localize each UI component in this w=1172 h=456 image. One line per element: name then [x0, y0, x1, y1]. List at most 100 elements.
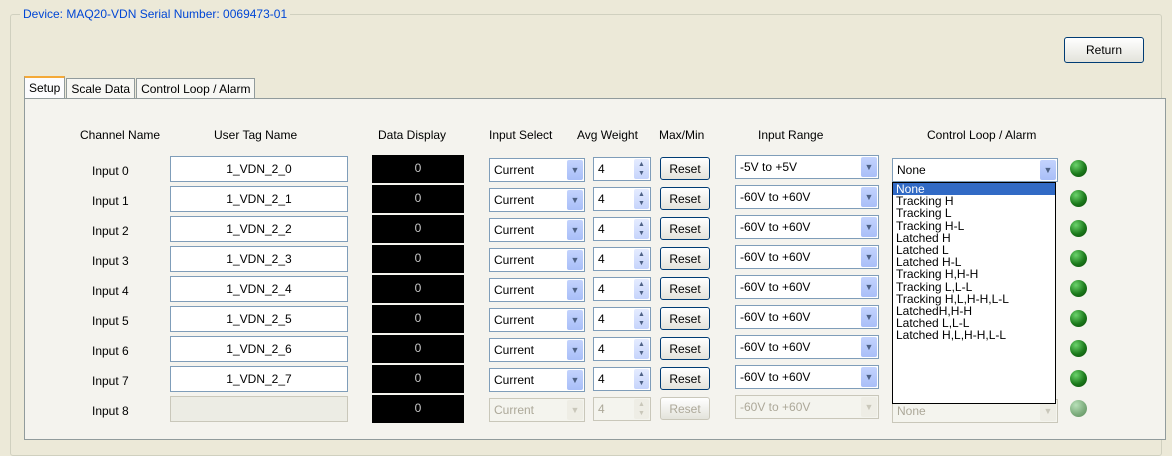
spin-arrows-icon[interactable]: ▲ ▼: [634, 369, 649, 389]
reset-button[interactable]: Reset: [660, 367, 710, 390]
reset-button[interactable]: Reset: [660, 217, 710, 240]
spin-arrows-icon[interactable]: ▲ ▼: [634, 159, 649, 179]
spin-arrows-icon[interactable]: ▲ ▼: [634, 339, 649, 359]
tab-control-loop-alarm[interactable]: Control Loop / Alarm: [136, 78, 256, 99]
input-select-dropdown[interactable]: Current ▼: [489, 398, 585, 422]
user-tag-input[interactable]: 1_VDN_2_0: [170, 156, 348, 182]
user-tag-input[interactable]: [170, 396, 348, 422]
avg-weight-value: 4: [598, 222, 605, 236]
chevron-down-icon[interactable]: ▼: [861, 307, 877, 327]
user-tag-input[interactable]: 1_VDN_2_1: [170, 186, 348, 212]
input-select-dropdown[interactable]: Current ▼: [489, 338, 585, 362]
user-tag-input[interactable]: 1_VDN_2_6: [170, 336, 348, 362]
reset-button[interactable]: Reset: [660, 337, 710, 360]
channel-name: Input 6: [92, 344, 129, 358]
status-led-icon: [1070, 310, 1087, 327]
input-range-dropdown[interactable]: -60V to +60V ▼: [735, 215, 879, 239]
tab-scale-data[interactable]: Scale Data: [66, 78, 136, 99]
input-select-value: Current: [494, 223, 535, 237]
input-select-dropdown[interactable]: Current ▼: [489, 248, 585, 272]
chevron-down-icon[interactable]: ▼: [861, 337, 877, 357]
chevron-down-icon[interactable]: ▼: [567, 340, 583, 360]
avg-weight-spinner[interactable]: 4 ▲ ▼: [593, 277, 651, 301]
chevron-down-icon[interactable]: ▼: [567, 250, 583, 270]
reset-button[interactable]: Reset: [660, 187, 710, 210]
spin-arrows-icon[interactable]: ▲ ▼: [634, 189, 649, 209]
chevron-down-icon[interactable]: ▼: [861, 277, 877, 297]
chevron-down-icon[interactable]: ▼: [861, 217, 877, 237]
input-range-dropdown[interactable]: -5V to +5V ▼: [735, 155, 879, 179]
input-range-dropdown[interactable]: -60V to +60V ▼: [735, 305, 879, 329]
input-range-dropdown[interactable]: -60V to +60V ▼: [735, 245, 879, 269]
input-range-dropdown[interactable]: -60V to +60V ▼: [735, 365, 879, 389]
channel-name: Input 4: [92, 284, 129, 298]
control-loop-dropdown-list[interactable]: None Tracking H Tracking L Tracking H-L Latc…: [892, 182, 1056, 404]
avg-weight-spinner[interactable]: 4 ▲ ▼: [593, 187, 651, 211]
chevron-down-icon[interactable]: ▼: [1040, 401, 1056, 421]
dropdown-option[interactable]: Tracking H,H-H: [893, 268, 1055, 280]
reset-button[interactable]: Reset: [660, 277, 710, 300]
user-tag-input[interactable]: 1_VDN_2_2: [170, 216, 348, 242]
spin-arrows-icon[interactable]: ▲ ▼: [634, 219, 649, 239]
chevron-down-icon[interactable]: ▼: [567, 190, 583, 210]
chevron-down-icon[interactable]: ▼: [567, 280, 583, 300]
status-led-icon: [1070, 220, 1087, 237]
chevron-down-icon[interactable]: ▼: [567, 220, 583, 240]
chevron-down-icon[interactable]: ▼: [861, 247, 877, 267]
user-tag-input[interactable]: 1_VDN_2_4: [170, 276, 348, 302]
input-select-dropdown[interactable]: Current ▼: [489, 218, 585, 242]
dropdown-option[interactable]: Tracking L: [893, 207, 1055, 219]
input-range-dropdown[interactable]: -60V to +60V ▼: [735, 275, 879, 299]
input-select-value: Current: [494, 163, 535, 177]
chevron-down-icon[interactable]: ▼: [567, 400, 583, 420]
reset-button[interactable]: Reset: [660, 307, 710, 330]
control-loop-dropdown[interactable]: None ▼: [892, 158, 1058, 182]
chevron-down-icon[interactable]: ▼: [567, 310, 583, 330]
input-range-dropdown[interactable]: -60V to +60V ▼: [735, 335, 879, 359]
input-select-dropdown[interactable]: Current ▼: [489, 368, 585, 392]
user-tag-input[interactable]: 1_VDN_2_7: [170, 366, 348, 392]
avg-weight-spinner[interactable]: 4 ▲ ▼: [593, 307, 651, 331]
dropdown-option[interactable]: Latched H,L,H-H,L-L: [893, 329, 1055, 341]
chevron-down-icon[interactable]: ▼: [861, 187, 877, 207]
reset-button[interactable]: Reset: [660, 157, 710, 180]
spin-arrows-icon[interactable]: ▲ ▼: [634, 309, 649, 329]
avg-weight-spinner[interactable]: 4 ▲ ▼: [593, 367, 651, 391]
data-display: 0: [372, 305, 464, 333]
spin-arrows-icon[interactable]: ▲ ▼: [634, 249, 649, 269]
status-led-icon: [1070, 370, 1087, 387]
input-select-dropdown[interactable]: Current ▼: [489, 158, 585, 182]
input-range-dropdown[interactable]: -60V to +60V ▼: [735, 185, 879, 209]
channel-row: Input 0 1_VDN_2_0 0 Current ▼ 4 ▲ ▼ Reset -5V to …: [0, 155, 1172, 185]
channel-name: Input 8: [92, 404, 129, 418]
spin-arrows-icon[interactable]: ▲ ▼: [634, 399, 649, 419]
user-tag-input[interactable]: 1_VDN_2_5: [170, 306, 348, 332]
tab-setup[interactable]: Setup: [24, 76, 66, 100]
dropdown-option[interactable]: Tracking L,L-L: [893, 280, 1055, 293]
data-display: 0: [372, 185, 464, 213]
return-button[interactable]: Return: [1064, 37, 1144, 63]
chevron-down-icon[interactable]: ▼: [567, 370, 583, 390]
input-select-dropdown[interactable]: Current ▼: [489, 308, 585, 332]
avg-weight-spinner[interactable]: 4 ▲ ▼: [593, 217, 651, 241]
avg-weight-spinner[interactable]: 4 ▲ ▼: [593, 247, 651, 271]
avg-weight-value: 4: [598, 162, 605, 176]
dropdown-option[interactable]: Tracking H-L: [893, 219, 1055, 232]
data-display: 0: [372, 395, 464, 423]
input-select-dropdown[interactable]: Current ▼: [489, 278, 585, 302]
chevron-down-icon[interactable]: ▼: [567, 160, 583, 180]
avg-weight-spinner[interactable]: 4 ▲ ▼: [593, 397, 651, 421]
chevron-down-icon[interactable]: ▼: [1040, 160, 1056, 180]
reset-button[interactable]: Reset: [660, 247, 710, 270]
chevron-down-icon[interactable]: ▼: [861, 367, 877, 387]
reset-button[interactable]: Reset: [660, 397, 710, 420]
avg-weight-spinner[interactable]: 4 ▲ ▼: [593, 337, 651, 361]
input-range-dropdown[interactable]: -60V to +60V ▼: [735, 395, 879, 419]
avg-weight-spinner[interactable]: 4 ▲ ▼: [593, 157, 651, 181]
chevron-down-icon[interactable]: ▼: [861, 397, 877, 417]
chevron-down-icon[interactable]: ▼: [861, 157, 877, 177]
input-select-dropdown[interactable]: Current ▼: [489, 188, 585, 212]
user-tag-input[interactable]: 1_VDN_2_3: [170, 246, 348, 272]
spin-arrows-icon[interactable]: ▲ ▼: [634, 279, 649, 299]
channel-name: Input 1: [92, 194, 129, 208]
